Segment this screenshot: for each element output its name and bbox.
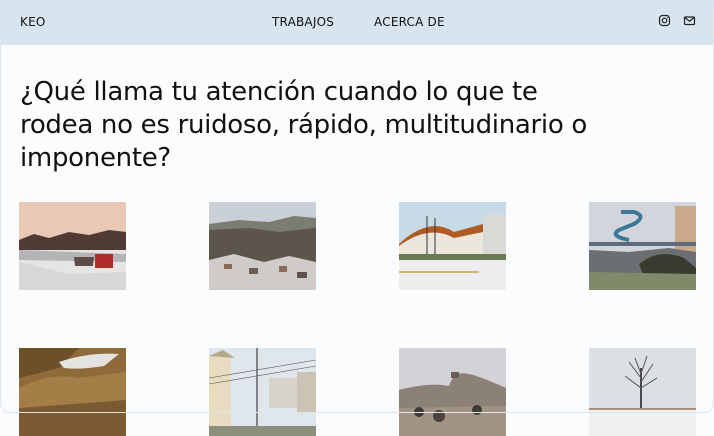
lone-tree-snow-photo[interactable]	[589, 348, 696, 436]
winter-lake-shore-photo[interactable]	[19, 202, 126, 290]
snowy-valley-town-photo[interactable]	[209, 202, 316, 290]
social-icons	[658, 14, 696, 27]
rock-cliff-photo[interactable]	[19, 348, 126, 436]
brand-logo[interactable]: KEO	[20, 15, 46, 29]
hilltop-castle-photo[interactable]	[399, 348, 506, 436]
main-menu: TRABAJOS ACERCA DE	[272, 15, 445, 29]
instagram-icon[interactable]	[658, 14, 671, 27]
sports-hall-photo[interactable]	[399, 202, 506, 290]
top-navigation-bar: KEO TRABAJOS ACERCA DE	[0, 0, 714, 45]
waterslide-pool-photo[interactable]	[589, 202, 696, 290]
hero-heading: ¿Qué llama tu atención cuando lo que te …	[20, 77, 588, 173]
power-lines-houses-photo[interactable]	[209, 348, 316, 436]
nav-link-trabajos[interactable]: TRABAJOS	[272, 15, 334, 29]
mail-icon[interactable]	[683, 14, 696, 27]
nav-link-acerca-de[interactable]: ACERCA DE	[374, 15, 445, 29]
